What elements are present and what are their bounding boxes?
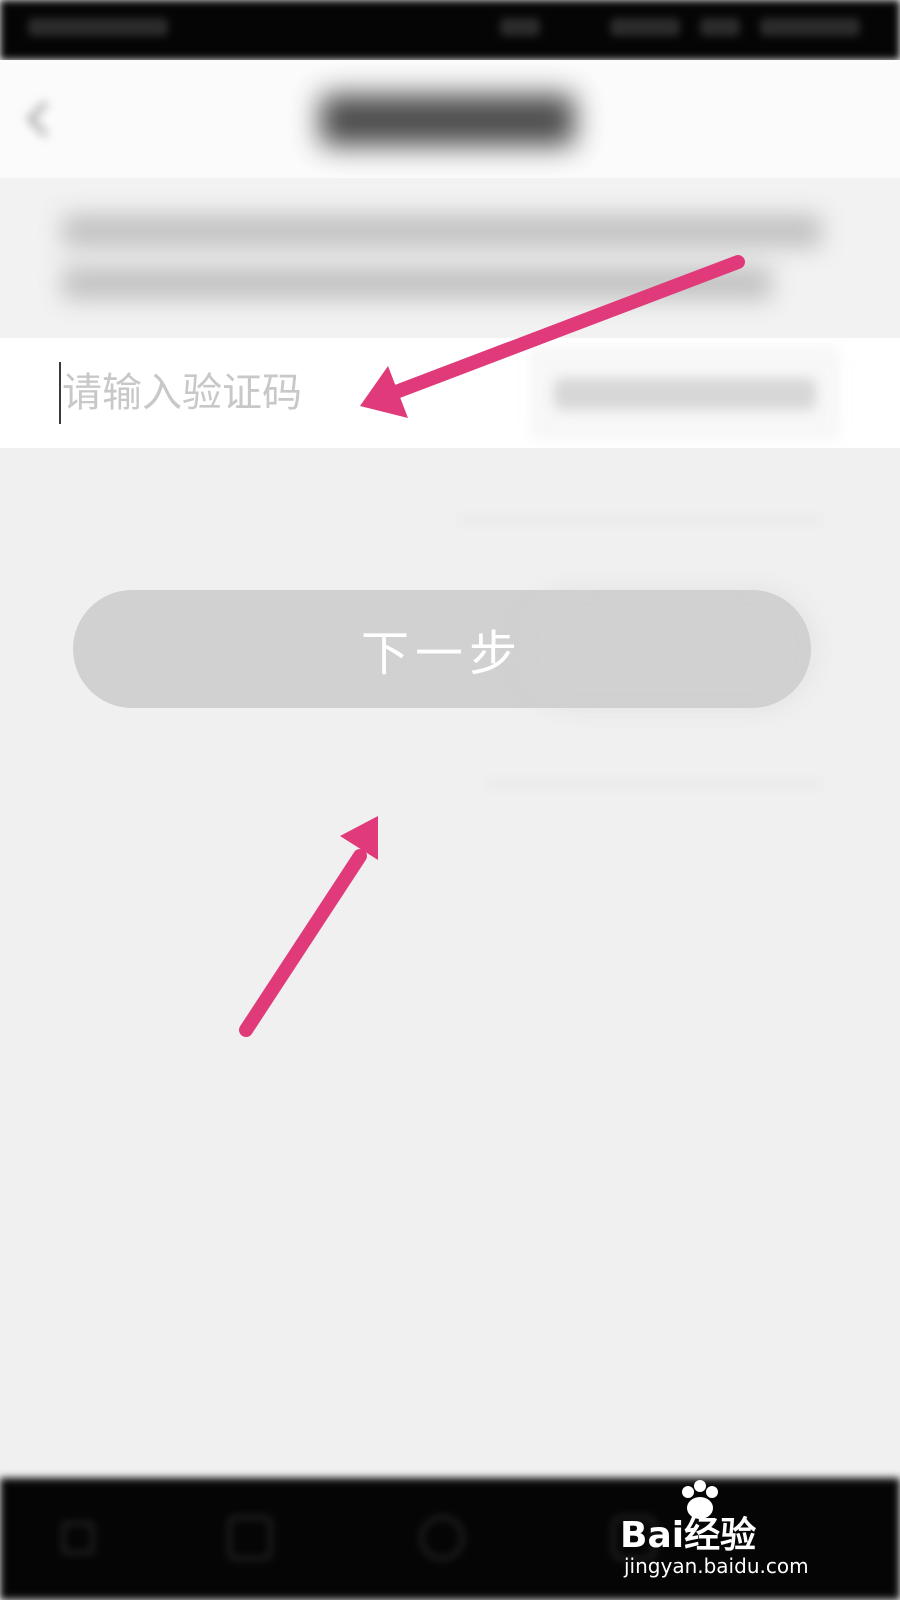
next-step-label: 下一步 bbox=[360, 626, 523, 682]
menu-icon[interactable] bbox=[62, 1522, 94, 1554]
description-line-2 bbox=[62, 266, 772, 300]
divider-line-2 bbox=[488, 782, 820, 786]
verification-code-row bbox=[0, 338, 900, 448]
header bbox=[0, 60, 900, 178]
baidu-jingyan-watermark: Bai经验 jingyan.baidu.com bbox=[620, 1476, 870, 1588]
back-nav-icon[interactable] bbox=[228, 1516, 272, 1560]
get-code-label bbox=[554, 378, 816, 410]
verify-phone-screen: 下一步 Bai经验 jingyan.baidu.com bbox=[0, 0, 900, 1600]
wifi-icon bbox=[700, 18, 740, 36]
divider-line-1 bbox=[460, 518, 820, 522]
page-title bbox=[320, 94, 575, 146]
notification-icon bbox=[500, 18, 540, 36]
battery-icon bbox=[760, 18, 860, 36]
status-bar bbox=[0, 0, 900, 60]
description-line-1 bbox=[62, 214, 822, 248]
arrow-to-next-button bbox=[239, 816, 378, 1037]
get-code-button[interactable] bbox=[530, 346, 840, 440]
description-area bbox=[0, 178, 900, 338]
back-arrow-icon[interactable] bbox=[18, 98, 60, 140]
watermark-brand: Bai经验 bbox=[620, 1515, 757, 1556]
signal-icon bbox=[610, 18, 680, 36]
next-step-button[interactable]: 下一步 bbox=[73, 590, 811, 708]
text-cursor bbox=[59, 362, 61, 424]
watermark-url: jingyan.baidu.com bbox=[624, 1554, 809, 1578]
verification-code-input[interactable] bbox=[62, 360, 522, 426]
home-icon[interactable] bbox=[420, 1516, 464, 1560]
carrier-indicator bbox=[28, 18, 168, 36]
